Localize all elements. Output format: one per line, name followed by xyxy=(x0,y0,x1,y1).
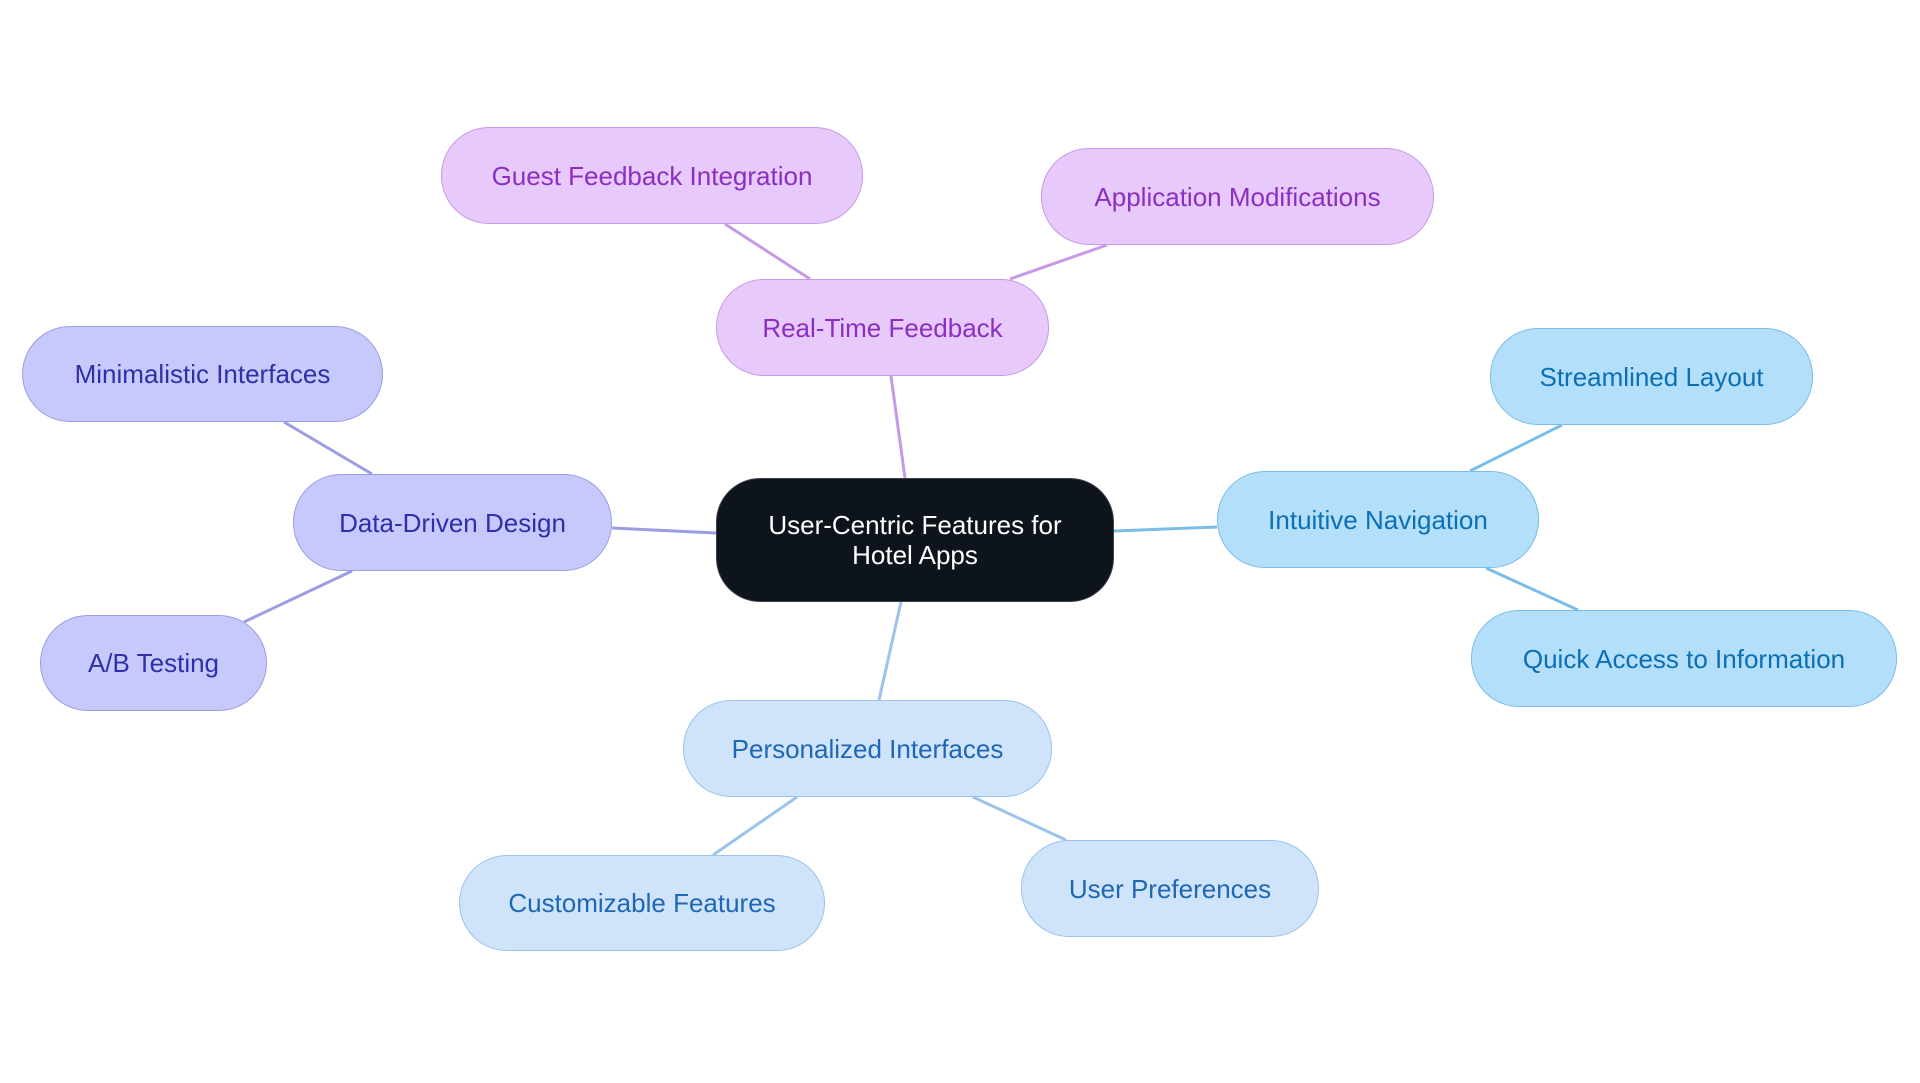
edge-ddd-ab xyxy=(243,569,353,624)
node-label: Customizable Features xyxy=(508,888,776,918)
node-user-preferences[interactable]: User Preferences xyxy=(1021,840,1319,937)
node-real-time-feedback[interactable]: Real-Time Feedback xyxy=(716,279,1049,376)
node-intuitive-navigation[interactable]: Intuitive Navigation xyxy=(1217,471,1539,568)
edge-in-qa xyxy=(1485,566,1579,612)
edge-rtf-gfi xyxy=(724,222,811,281)
root-node[interactable]: User-Centric Features for Hotel Apps xyxy=(716,478,1114,602)
node-guest-feedback-integration[interactable]: Guest Feedback Integration xyxy=(441,127,863,224)
node-data-driven-design[interactable]: Data-Driven Design xyxy=(293,474,612,571)
node-application-modifications[interactable]: Application Modifications xyxy=(1041,148,1434,245)
edge-in-sl xyxy=(1469,423,1563,473)
node-quick-access-to-information[interactable]: Quick Access to Information xyxy=(1471,610,1897,707)
node-label: Guest Feedback Integration xyxy=(491,160,813,191)
edge-ddd-mi xyxy=(283,420,373,476)
node-label: A/B Testing xyxy=(87,648,220,678)
edge-pi-up xyxy=(972,795,1067,842)
root-label: User-Centric Features for Hotel Apps xyxy=(768,510,1062,570)
edge-root-rtf xyxy=(889,375,907,479)
node-customizable-features[interactable]: Customizable Features xyxy=(459,855,825,951)
node-label: Quick Access to Information xyxy=(1522,643,1846,674)
node-label: Intuitive Navigation xyxy=(1268,504,1488,535)
edge-rtf-am xyxy=(1009,243,1108,281)
edge-root-ddd xyxy=(611,526,717,535)
node-personalized-interfaces[interactable]: Personalized Interfaces xyxy=(683,700,1052,797)
edge-root-in xyxy=(1113,525,1218,533)
edge-root-pi xyxy=(877,601,903,701)
node-streamlined-layout[interactable]: Streamlined Layout xyxy=(1490,328,1813,425)
node-minimalistic-interfaces[interactable]: Minimalistic Interfaces xyxy=(22,326,383,422)
node-ab-testing[interactable]: A/B Testing xyxy=(40,615,267,711)
node-label: Data-Driven Design xyxy=(339,507,566,538)
edge-pi-cf xyxy=(712,795,798,857)
node-label: Streamlined Layout xyxy=(1539,361,1764,392)
node-label: Minimalistic Interfaces xyxy=(74,359,331,389)
node-label: Personalized Interfaces xyxy=(731,733,1004,764)
node-label: Real-Time Feedback xyxy=(762,312,1003,343)
node-label: Application Modifications xyxy=(1094,181,1381,212)
node-label: User Preferences xyxy=(1068,873,1272,904)
